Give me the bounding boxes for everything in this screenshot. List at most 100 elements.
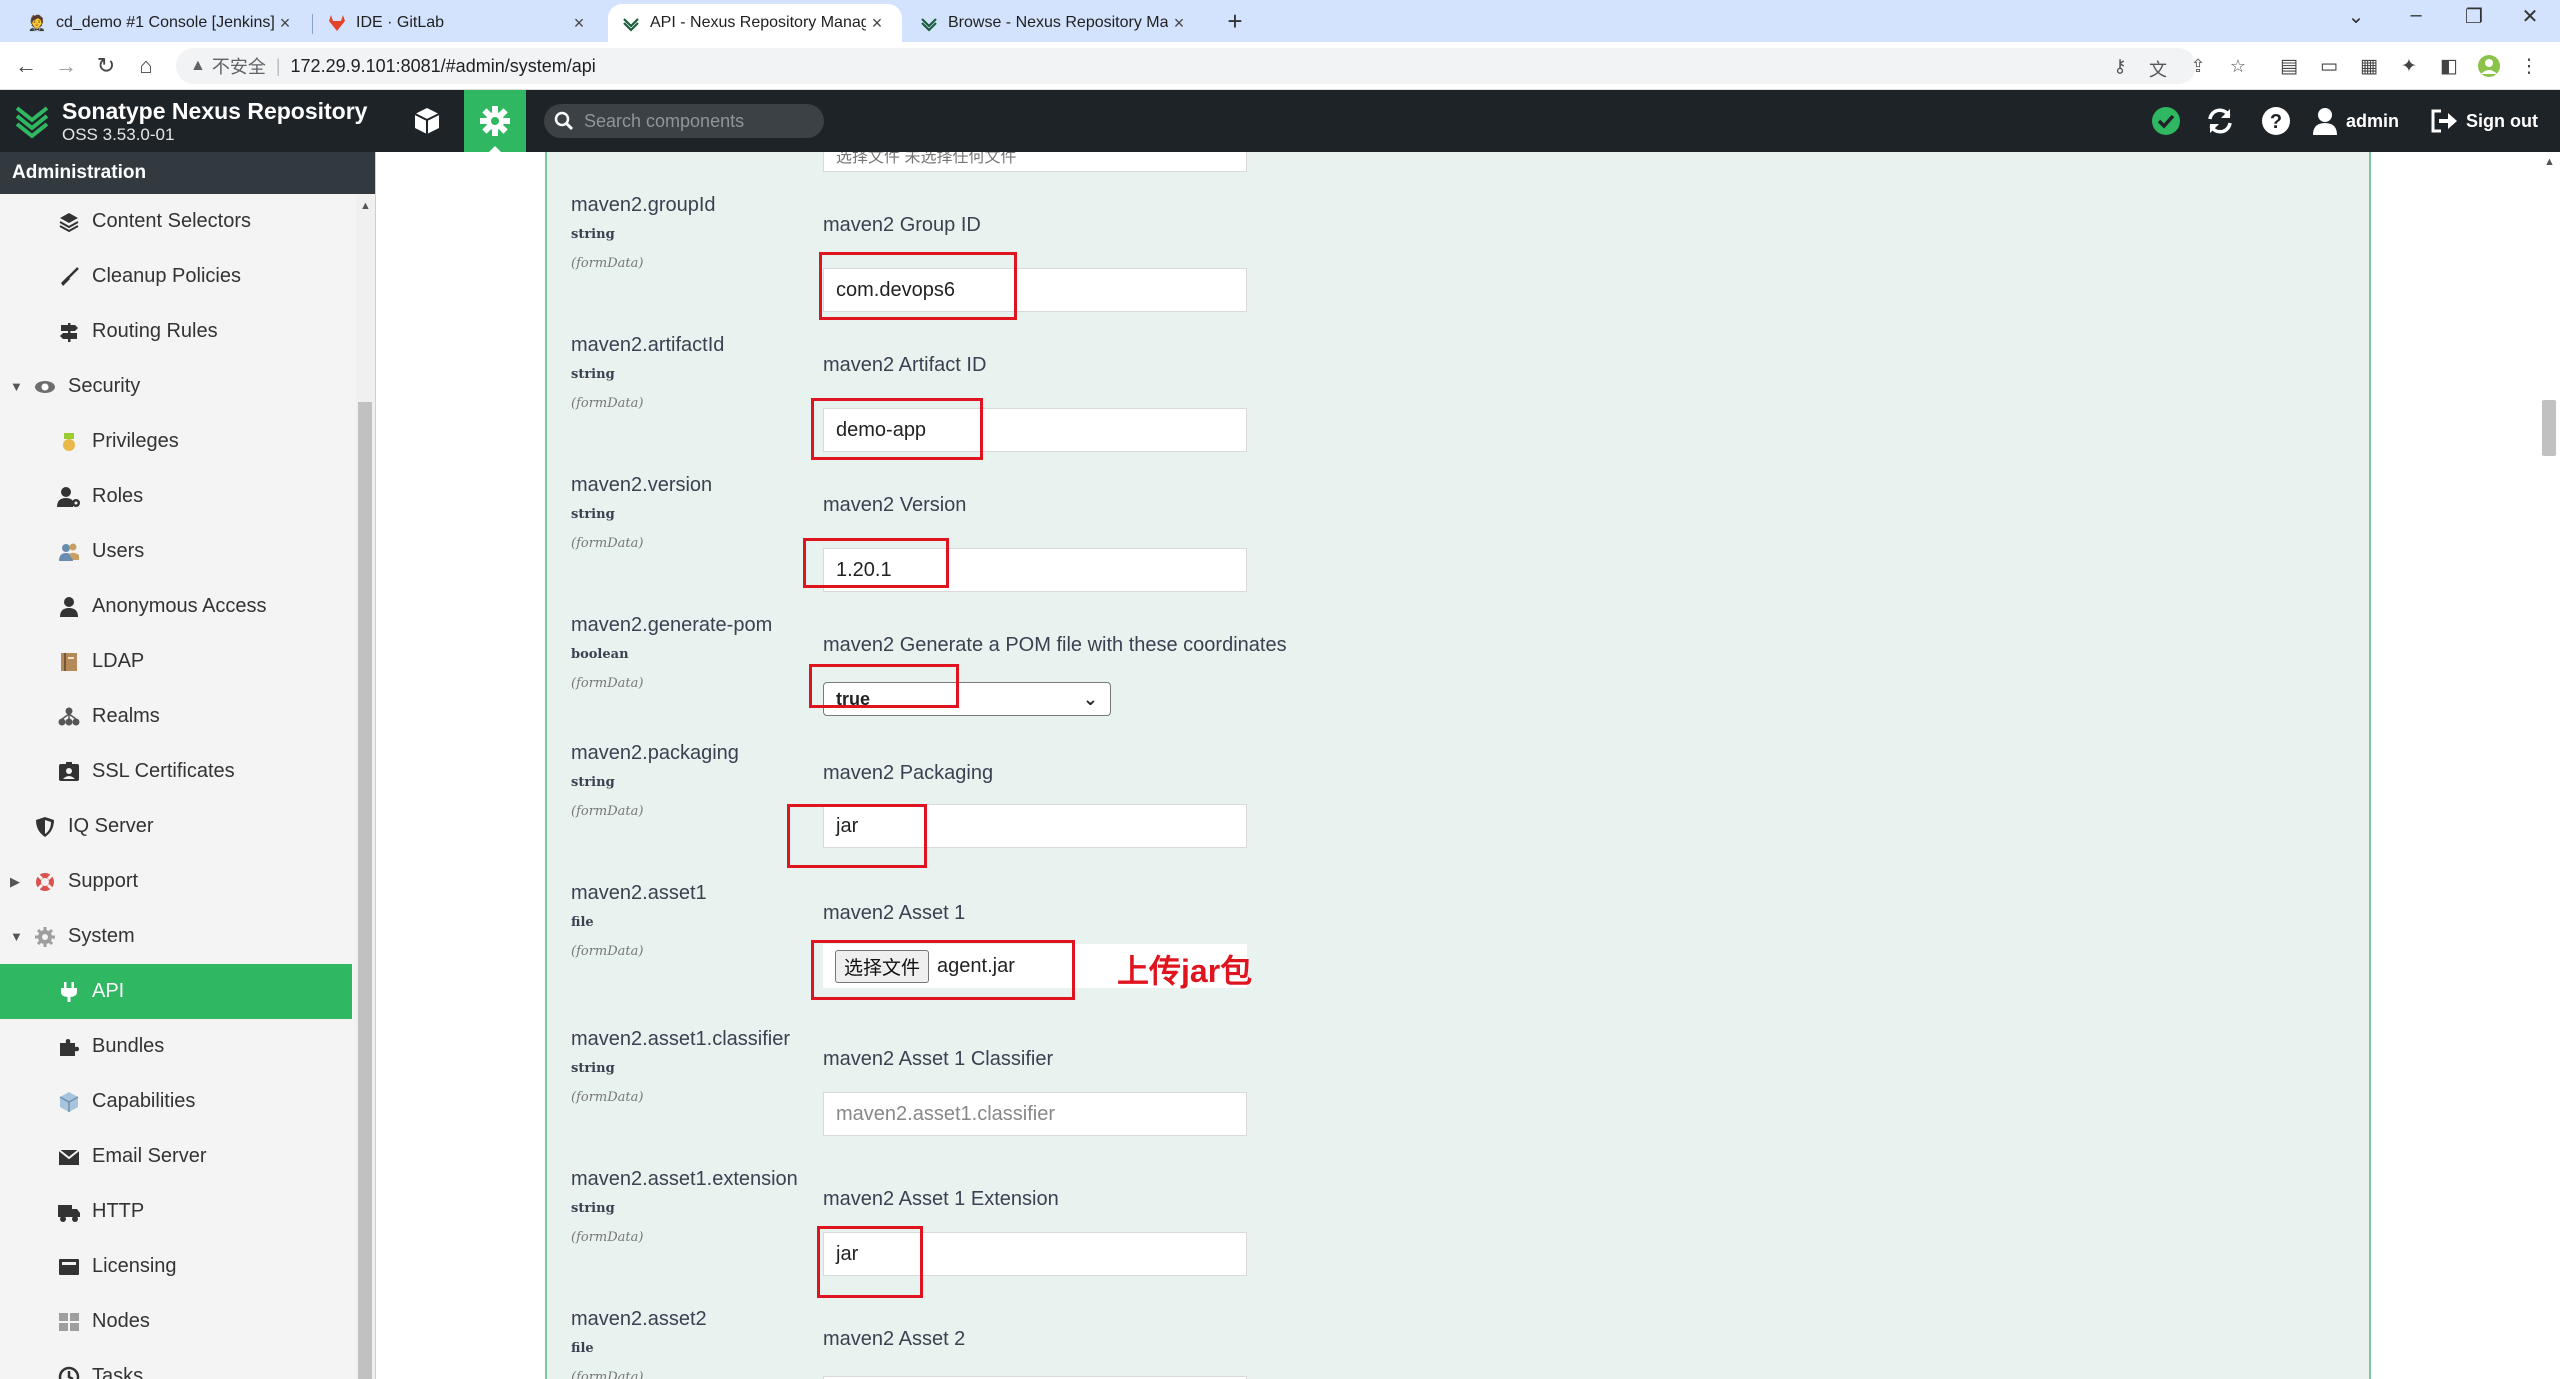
sidebar-item-label: Content Selectors (92, 210, 251, 232)
sidepanel-icon[interactable]: ◧ (2436, 54, 2462, 80)
tab-title: IDE · GitLab (356, 14, 445, 31)
help-icon[interactable]: ? (2260, 105, 2292, 137)
sidebar-item-users[interactable]: Users (0, 524, 352, 579)
admin-mode-button[interactable] (464, 90, 526, 152)
sidebar-item-api[interactable]: API (0, 964, 352, 1019)
puzzle-icon (56, 1034, 82, 1060)
sidebar-item-label: Licensing (92, 1255, 177, 1277)
extension-icon[interactable]: ▤ (2276, 54, 2302, 80)
main-content: 选择文件 未选择任何文件 maven2.groupId string (form… (377, 152, 2560, 1379)
collapsed-arrow-icon[interactable]: ▶ (10, 874, 20, 890)
tab-browse-nexus[interactable]: Browse - Nexus Repository Manager × (906, 4, 1204, 42)
sidebar-item-label: IQ Server (68, 815, 154, 837)
url-field[interactable]: ▲ 不安全 | 172.29.9.101:8081/#admin/system/… (176, 48, 2196, 84)
partial-file-input[interactable]: 选择文件 未选择任何文件 (823, 152, 1247, 172)
minimize-button[interactable]: – (2396, 4, 2436, 27)
translate-icon[interactable]: 文 (2146, 56, 2170, 80)
users-icon (56, 539, 82, 565)
key-icon[interactable]: ⚷ (2108, 56, 2132, 78)
sidebar-scrollbar-thumb[interactable] (358, 402, 372, 1379)
scroll-up-arrow-icon[interactable]: ▲ (2544, 156, 2555, 168)
user-menu-button[interactable]: admin (2312, 104, 2399, 138)
back-icon[interactable]: ← (10, 50, 42, 82)
search-box[interactable] (544, 104, 824, 138)
tab-jenkins[interactable]: 🤵 cd_demo #1 Console [Jenkins] × (14, 4, 310, 42)
expanded-arrow-icon[interactable]: ▼ (10, 379, 23, 394)
maximize-button[interactable]: ❐ (2454, 4, 2494, 29)
puzzle-extensions-icon[interactable]: ✦ (2396, 54, 2422, 80)
shield-icon (32, 814, 58, 840)
extension-icon[interactable]: ▦ (2356, 54, 2382, 80)
expanded-arrow-icon[interactable]: ▼ (10, 929, 23, 944)
search-input[interactable] (582, 109, 812, 133)
asset1-classifier-input[interactable]: maven2.asset1.classifier (823, 1092, 1247, 1136)
param-description: maven2 Asset 1 Extension (823, 1188, 1059, 1210)
sidebar-item-anonymous-access[interactable]: Anonymous Access (0, 579, 352, 634)
refresh-icon[interactable] (2204, 105, 2236, 137)
menu-kebab-icon[interactable]: ⋮ (2516, 54, 2542, 80)
share-icon[interactable]: ⇪ (2186, 56, 2210, 78)
close-icon[interactable]: × (274, 13, 296, 34)
reload-icon[interactable]: ↻ (90, 50, 122, 82)
truck-icon (56, 1199, 82, 1225)
gear-icon (32, 924, 58, 950)
param-name: maven2.groupId (571, 194, 716, 216)
jenkins-icon: 🤵 (27, 15, 47, 32)
sidebar-item-routing-rules[interactable]: Routing Rules (0, 304, 352, 359)
new-tab-button[interactable]: + (1220, 6, 1250, 37)
tab-api-nexus[interactable]: API - Nexus Repository Manager × (608, 4, 902, 42)
book-icon (56, 649, 82, 675)
home-icon[interactable]: ⌂ (130, 50, 162, 82)
sidebar-item-capabilities[interactable]: Capabilities (0, 1074, 352, 1129)
sidebar-item-label: Cleanup Policies (92, 265, 241, 287)
page-scrollbar-thumb[interactable] (2542, 400, 2556, 456)
sitemap-icon (56, 704, 82, 730)
close-icon[interactable]: × (1168, 13, 1190, 34)
sidebar-item-label: Users (92, 540, 145, 562)
sidebar-item-roles[interactable]: Roles (0, 469, 352, 524)
sidebar-item-label: Privileges (92, 430, 179, 452)
close-icon[interactable]: × (568, 13, 590, 34)
sidebar-item-tasks[interactable]: Tasks (0, 1349, 352, 1379)
bookmark-star-icon[interactable]: ☆ (2226, 56, 2250, 78)
close-icon[interactable]: × (866, 13, 888, 34)
close-window-button[interactable]: ✕ (2510, 4, 2550, 29)
sidebar-item-nodes[interactable]: Nodes (0, 1294, 352, 1349)
sonatype-logo[interactable] (14, 100, 50, 140)
gitlab-icon (328, 14, 346, 32)
sidebar-item-realms[interactable]: Realms (0, 689, 352, 744)
sidebar-item-system[interactable]: ▼ System (0, 909, 352, 964)
param-description: maven2 Asset 1 (823, 902, 966, 924)
sign-out-button[interactable]: Sign out (2430, 104, 2538, 138)
nexus-tab-icon (622, 14, 640, 32)
url-text: 172.29.9.101:8081/#admin/system/api (290, 55, 596, 76)
sidebar-item-security[interactable]: ▼ Security (0, 359, 352, 414)
extension-icon[interactable]: ▭ (2316, 54, 2342, 80)
system-status-icon[interactable] (2150, 105, 2182, 137)
browse-mode-button[interactable] (396, 90, 458, 152)
sidebar-item-cleanup-policies[interactable]: Cleanup Policies (0, 249, 352, 304)
param-name: maven2.asset1.extension (571, 1168, 798, 1190)
tab-gitlab[interactable]: IDE · GitLab × (314, 4, 604, 42)
sidebar-item-iq-server[interactable]: IQ Server (0, 799, 352, 854)
sidebar-item-http[interactable]: HTTP (0, 1184, 352, 1239)
param-type: string (571, 227, 615, 242)
profile-avatar[interactable] (2476, 54, 2502, 80)
sidebar-item-bundles[interactable]: Bundles (0, 1019, 352, 1074)
admin-sidebar: Administration Content Selectors Cleanup… (0, 152, 376, 1379)
param-location: (formData) (571, 256, 644, 271)
sidebar-item-label: Bundles (92, 1035, 165, 1057)
sidebar-item-ssl-certificates[interactable]: SSL Certificates (0, 744, 352, 799)
tab-search-icon[interactable]: ⌄ (2336, 4, 2376, 29)
sidebar-item-support[interactable]: ▶ Support (0, 854, 352, 909)
sidebar-item-privileges[interactable]: Privileges (0, 414, 352, 469)
page-scrollbar[interactable] (2540, 152, 2560, 1379)
forward-icon[interactable]: → (50, 50, 82, 82)
sidebar-item-email-server[interactable]: Email Server (0, 1129, 352, 1184)
sidebar-item-ldap[interactable]: LDAP (0, 634, 352, 689)
sidebar-item-content-selectors[interactable]: Content Selectors (0, 194, 352, 249)
param-description: maven2 Group ID (823, 214, 981, 236)
sidebar-item-licensing[interactable]: Licensing (0, 1239, 352, 1294)
warning-icon: ▲ (190, 57, 206, 74)
scroll-up-arrow-icon[interactable]: ▲ (360, 200, 371, 212)
